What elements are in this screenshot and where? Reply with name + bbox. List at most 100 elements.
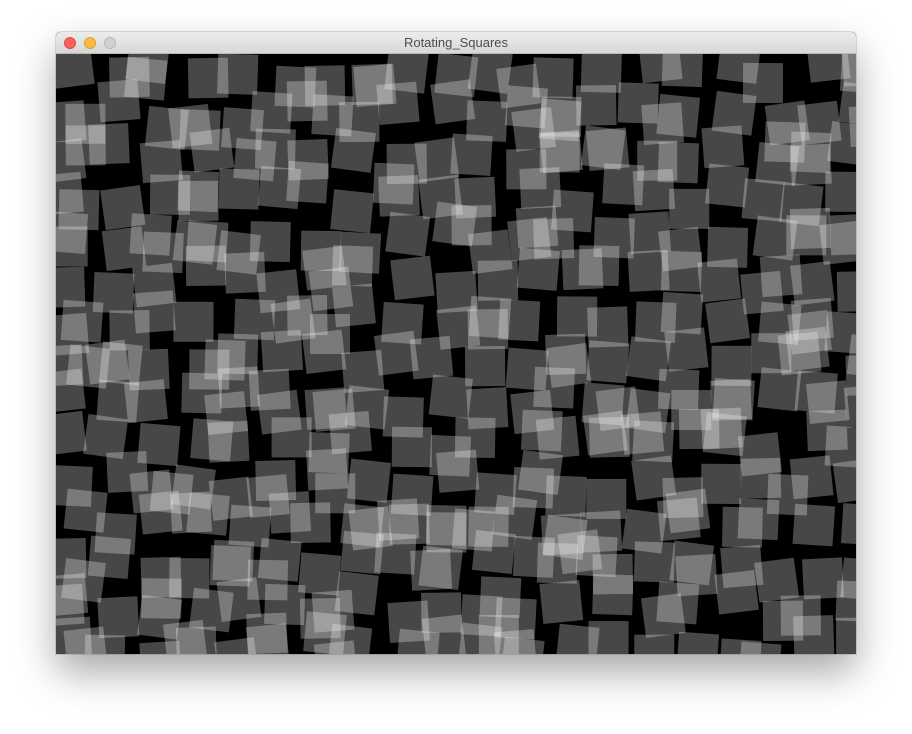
rotating-square (792, 503, 836, 547)
rotating-square (290, 502, 331, 544)
rotating-square (92, 271, 135, 314)
rotating-square (249, 221, 291, 263)
rotating-square (218, 168, 260, 210)
rotating-square (451, 205, 492, 246)
rotating-square (132, 290, 176, 334)
rotating-square (376, 81, 420, 125)
rotating-square (742, 62, 784, 104)
rotating-square (705, 163, 750, 208)
rotating-square (836, 270, 856, 312)
rotating-square (305, 448, 349, 491)
rotating-square (633, 541, 675, 583)
rotating-square (836, 617, 856, 654)
rotating-square (286, 80, 328, 122)
rotating-square (656, 581, 700, 625)
rotating-square (331, 245, 374, 287)
title-bar[interactable]: Rotating_Squares (56, 32, 856, 54)
rotating-square (327, 623, 373, 654)
app-window: Rotating_Squares (56, 32, 856, 654)
rotating-square (588, 621, 629, 654)
rotating-square (450, 133, 493, 176)
rotating-square (664, 327, 709, 372)
rotating-square (575, 84, 617, 126)
rotating-square (658, 368, 700, 411)
rotating-square (714, 570, 759, 615)
rotating-square (301, 329, 347, 375)
rotating-square (669, 540, 715, 586)
rotating-square (334, 571, 379, 616)
rotating-square (586, 340, 630, 384)
rotating-square (390, 255, 435, 301)
rotating-square (391, 426, 433, 468)
rotating-square (175, 626, 218, 654)
rotating-square (330, 127, 376, 173)
rotating-square (421, 614, 466, 654)
rotating-square (701, 463, 742, 505)
window-title: Rotating_Squares (403, 35, 509, 50)
rotating-square (620, 411, 665, 455)
rotating-square (286, 160, 329, 204)
rotating-square (785, 326, 830, 372)
rotating-square (207, 420, 250, 463)
rotating-square (409, 335, 454, 380)
rotating-square (372, 162, 415, 205)
rotating-square (634, 634, 675, 654)
rotating-square (793, 615, 835, 654)
rotating-square (124, 57, 168, 101)
rotating-square (829, 213, 856, 256)
rotating-square (332, 283, 376, 328)
rotating-square (97, 596, 140, 639)
rotating-square (56, 368, 86, 413)
rotating-square (661, 54, 704, 88)
rotating-square (492, 494, 538, 540)
rotating-square (660, 291, 704, 335)
rotating-square (533, 366, 575, 409)
rotating-square (298, 552, 342, 596)
rotating-square (500, 636, 545, 654)
sketch-canvas[interactable] (56, 54, 856, 654)
rotating-square (539, 129, 583, 174)
rotating-square (260, 329, 304, 373)
rotating-square (840, 503, 856, 546)
rotating-square (84, 634, 126, 654)
rotating-square (178, 180, 219, 222)
rotating-square (738, 641, 782, 654)
rotating-square (271, 417, 312, 458)
rotating-square (737, 498, 780, 541)
rotating-square (454, 417, 496, 459)
rotating-square (578, 245, 620, 286)
rotating-square (477, 260, 519, 301)
rotating-square (835, 580, 856, 623)
rotating-square (539, 580, 584, 625)
rotating-square (532, 57, 574, 99)
rotating-square (827, 121, 856, 166)
rotating-square (56, 410, 87, 456)
rotating-square (84, 339, 130, 385)
rotating-square (545, 475, 587, 517)
rotating-squares-drawing (56, 54, 856, 654)
rotating-square (123, 379, 168, 424)
rotating-square (498, 299, 541, 342)
rotating-square (669, 188, 710, 229)
rotating-square (660, 250, 703, 293)
rotating-square (535, 415, 580, 460)
rotating-square (328, 410, 372, 455)
rotating-square (87, 535, 132, 579)
rotating-square (245, 623, 290, 654)
rotating-square (56, 54, 95, 89)
rotating-square (676, 631, 720, 654)
rotating-square (88, 123, 130, 165)
rotating-square (56, 538, 87, 579)
rotating-square (173, 301, 214, 342)
rotating-square (330, 189, 375, 234)
rotating-square (464, 346, 506, 387)
rotating-square (825, 171, 856, 212)
rotating-square (250, 91, 293, 134)
rotating-square (657, 141, 700, 184)
rotating-square (697, 258, 742, 303)
rotating-square (701, 125, 745, 169)
rotating-square (832, 458, 856, 504)
rotating-square (137, 422, 181, 467)
rotating-square (217, 54, 259, 95)
rotating-square (346, 458, 392, 503)
